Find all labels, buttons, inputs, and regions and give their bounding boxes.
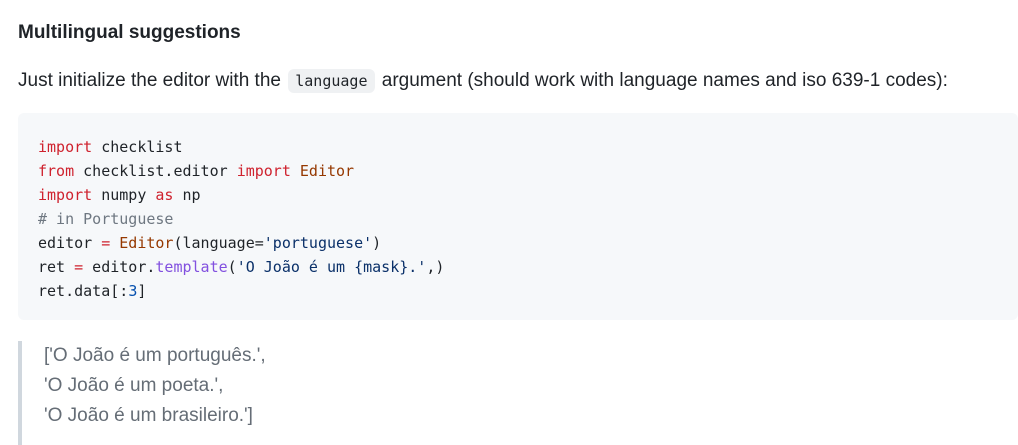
code-token: 'O João é um {mask}.' — [236, 258, 427, 276]
code-line: from checklist.editor import Editor — [38, 159, 998, 183]
output-line: 'O João é um poeta.', — [44, 375, 224, 396]
code-block[interactable]: import checklist from checklist.editor im… — [18, 113, 1018, 320]
output-line: ['O João é um português.', — [44, 345, 266, 366]
code-token: np — [173, 186, 201, 204]
code-token: = — [101, 234, 111, 252]
code-token: Editor — [119, 234, 174, 252]
paragraph-text-before: Just initialize the editor with the — [18, 70, 281, 91]
code-content: import checklist from checklist.editor im… — [38, 135, 998, 303]
inline-code-language: language — [288, 69, 375, 93]
code-token: # in Portuguese — [38, 210, 174, 228]
code-token: from — [38, 162, 75, 180]
code-token: = — [74, 258, 84, 276]
code-token: Editor — [299, 162, 355, 180]
code-token: 3 — [128, 282, 138, 300]
code-token: ,) — [426, 258, 445, 276]
code-line: # in Portuguese — [38, 207, 998, 231]
code-token: template — [155, 258, 228, 276]
code-token: checklist.editor — [74, 162, 237, 180]
code-token: 'portuguese' — [263, 234, 373, 252]
code-line: ret = editor.template('O João é um {mask… — [38, 255, 998, 279]
code-token: editor — [38, 234, 102, 252]
paragraph-text-after: argument (should work with language name… — [381, 70, 948, 91]
code-token: import — [38, 186, 93, 204]
code-token: numpy — [92, 186, 156, 204]
code-token: editor. — [83, 258, 156, 276]
code-token: ] — [137, 282, 147, 300]
code-line: ret.data[:3] — [38, 279, 998, 303]
code-line: import numpy as np — [38, 183, 998, 207]
section-heading: Multilingual suggestions — [18, 22, 241, 43]
code-token: checklist — [92, 138, 183, 156]
code-line: editor = Editor(language='portuguese') — [38, 231, 998, 255]
code-token: (language= — [173, 234, 264, 252]
code-token: ret — [38, 258, 75, 276]
output-line: 'O João é um brasileiro.'] — [44, 405, 253, 426]
code-token: ( — [227, 258, 237, 276]
code-token: ) — [372, 234, 382, 252]
code-token: ret.data[: — [38, 282, 129, 300]
description-paragraph: Just initialize the editor with the lang… — [18, 68, 948, 94]
code-token: as — [155, 186, 174, 204]
output-blockquote: ['O João é um português.', 'O João é um … — [18, 341, 266, 445]
code-line: import checklist — [38, 135, 998, 159]
code-token: import — [38, 138, 93, 156]
code-token: import — [236, 162, 291, 180]
